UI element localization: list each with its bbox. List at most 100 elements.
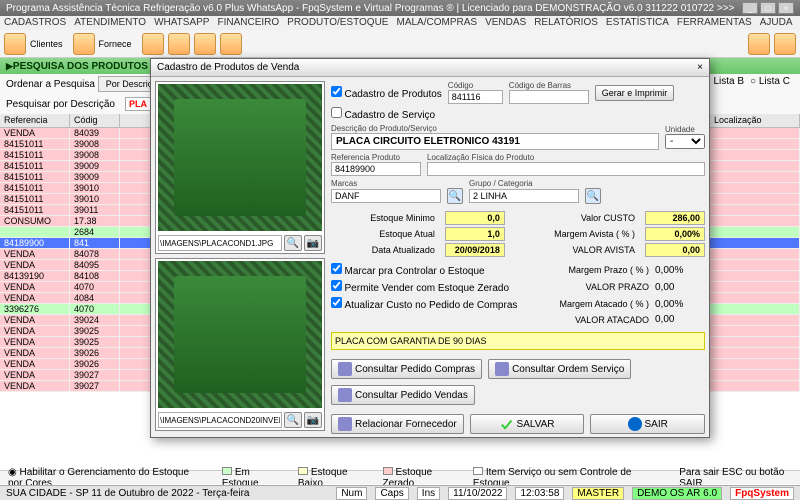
brand-badge: FpqSystem [730, 487, 794, 500]
barras-label: Código de Barras [509, 81, 589, 90]
est-min-label: Estoque Minimo [331, 213, 435, 223]
status-date: 11/10/2022 [448, 487, 507, 500]
marcas-field[interactable] [331, 189, 441, 203]
toolbar-icon[interactable] [748, 33, 770, 55]
consultar-ordem-button[interactable]: Consultar Ordem Serviço [488, 359, 631, 379]
consultar-vendas-button[interactable]: Consultar Pedido Vendas [331, 385, 475, 405]
dialog-close-button[interactable]: × [697, 62, 703, 73]
marcas-lookup-button[interactable]: 🔍 [447, 188, 463, 204]
cadastro-servico-checkbox[interactable]: Cadastro de Serviço [331, 107, 435, 121]
val-pz-label: VALOR PRAZO [586, 282, 649, 292]
clientes-icon[interactable] [4, 33, 26, 55]
codigo-barras-field[interactable] [509, 90, 589, 104]
col-referencia[interactable]: Referencia [0, 114, 70, 127]
menu-item[interactable]: FERRAMENTAS [677, 17, 752, 29]
dialog-titlebar: Cadastro de Produtos de Venda × [151, 59, 709, 77]
descricao-label: Descrição do Produto/Serviço [331, 124, 659, 133]
document-icon [338, 388, 352, 402]
image-path-2[interactable] [158, 412, 282, 428]
image-path-1[interactable] [158, 235, 282, 251]
salvar-button[interactable]: SALVAR [470, 414, 585, 434]
unidade-select[interactable]: - [665, 134, 705, 149]
marg-av-label: Margem Avista ( % ) [515, 229, 635, 239]
fornecedor-icon[interactable] [73, 33, 95, 55]
descricao-field[interactable]: PLACA CIRCUITO ELETRONICO 43191 [331, 133, 659, 150]
image-box-1: 🔍 📷 [155, 81, 325, 254]
menu-item[interactable]: ATENDIMENTO [74, 17, 146, 29]
cadastro-produto-dialog: Cadastro de Produtos de Venda × 🔍 📷 🔍 📷 [150, 58, 710, 438]
col-localizacao[interactable]: Localização [710, 114, 800, 127]
menu-item[interactable]: WHATSAPP [154, 17, 209, 29]
est-atual-label: Estoque Atual [331, 229, 435, 239]
statusbar: SUA CIDADE - SP 11 de Outubro de 2022 - … [0, 485, 800, 500]
menu-item[interactable]: AJUDA [760, 17, 793, 29]
maximize-button[interactable]: □ [760, 2, 776, 14]
sair-dialog-button[interactable]: SAIR [590, 414, 705, 434]
data-value[interactable]: 20/09/2018 [445, 243, 505, 257]
codigo-field[interactable] [448, 90, 503, 104]
menu-item[interactable]: PRODUTO/ESTOQUE [287, 17, 388, 29]
est-min-value[interactable]: 0,0 [445, 211, 505, 225]
custo-value[interactable]: 286,00 [645, 211, 705, 225]
lista-b-radio[interactable]: ○ Lista B [705, 76, 744, 87]
localizacao-label: Localização Física do Produto [427, 153, 705, 162]
ordenar-label: Ordenar a Pesquisa [6, 79, 95, 90]
toolbar-icon[interactable] [220, 33, 242, 55]
marg-pz-value[interactable]: 0,00% [655, 265, 705, 276]
cadastro-produtos-checkbox[interactable]: Cadastro de Produtos [331, 86, 442, 100]
data-label: Data Atualizado [331, 245, 435, 255]
referencia-label: Referencia Produto [331, 153, 421, 162]
grupo-lookup-button[interactable]: 🔍 [585, 188, 601, 204]
menu-item[interactable]: ESTATÍSTICA [606, 17, 669, 29]
toolbar-icon[interactable] [142, 33, 164, 55]
val-at-label: VALOR ATACADO [575, 315, 649, 325]
menu-item[interactable]: RELATÓRIOS [534, 17, 598, 29]
consultar-compras-button[interactable]: Consultar Pedido Compras [331, 359, 482, 379]
relacionar-fornecedor-button[interactable]: Relacionar Fornecedor [331, 414, 464, 434]
status-location: SUA CIDADE - SP 11 de Outubro de 2022 - … [6, 488, 249, 499]
toolbar-icon[interactable] [168, 33, 190, 55]
close-button[interactable]: × [778, 2, 794, 14]
val-av-label: VALOR AVISTA [515, 245, 635, 255]
ctrl-estoque-checkbox[interactable]: Marcar pra Controlar o Estoque [331, 263, 485, 277]
val-at-value[interactable]: 0,00 [655, 314, 705, 325]
referencia-field[interactable] [331, 162, 421, 176]
marcas-label: Marcas [331, 179, 463, 188]
menu-item[interactable]: VENDAS [485, 17, 526, 29]
col-codigo[interactable]: Códig [70, 114, 120, 127]
vender-zerado-checkbox[interactable]: Permite Vender com Estoque Zerado [331, 280, 509, 294]
val-pz-value[interactable]: 0,00 [655, 282, 705, 293]
window-titlebar: Programa Assistência Técnica Refrigeraçã… [0, 0, 800, 16]
marg-pz-label: Margem Prazo ( % ) [568, 265, 649, 275]
minimize-button[interactable]: _ [742, 2, 758, 14]
camera-2-button[interactable]: 📷 [304, 412, 322, 428]
notas-field[interactable]: PLACA COM GARANTIA DE 90 DIAS [331, 332, 705, 350]
legend-bar: ◉ Habilitar o Gerenciamento do Estoque p… [0, 470, 800, 484]
menu-item[interactable]: MALA/COMPRAS [396, 17, 477, 29]
menu-item[interactable]: FINANCEIRO [217, 17, 279, 29]
menubar: CADASTROS ATENDIMENTO WHATSAPP FINANCEIR… [0, 16, 800, 30]
val-av-value[interactable]: 0,00 [645, 243, 705, 257]
browse-image-1-button[interactable]: 🔍 [284, 235, 302, 251]
camera-1-button[interactable]: 📷 [304, 235, 322, 251]
marg-at-value[interactable]: 0,00% [655, 299, 705, 310]
toolbar: Clientes Fornece [0, 30, 800, 58]
master-badge: MASTER [572, 487, 624, 500]
grupo-field[interactable] [469, 189, 579, 203]
demo-badge: DEMO OS AR 6.0 [632, 487, 722, 500]
lista-c-radio[interactable]: ○ Lista C [750, 76, 790, 87]
atualizar-custo-checkbox[interactable]: Atualizar Custo no Pedido de Compras [331, 297, 517, 311]
est-atual-value[interactable]: 1,0 [445, 227, 505, 241]
localizacao-field[interactable] [427, 162, 705, 176]
menu-item[interactable]: CADASTROS [4, 17, 66, 29]
product-image-2 [158, 261, 322, 408]
codigo-label: Código [448, 81, 503, 90]
product-image-1 [158, 84, 322, 231]
unidade-label: Unidade [665, 125, 705, 134]
gerar-imprimir-button[interactable]: Gerar e Imprimir [595, 85, 675, 101]
marg-av-value[interactable]: 0,00% [645, 227, 705, 241]
toolbar-icon[interactable] [194, 33, 216, 55]
browse-image-2-button[interactable]: 🔍 [284, 412, 302, 428]
toolbar-icon[interactable] [774, 33, 796, 55]
document-icon [338, 362, 352, 376]
